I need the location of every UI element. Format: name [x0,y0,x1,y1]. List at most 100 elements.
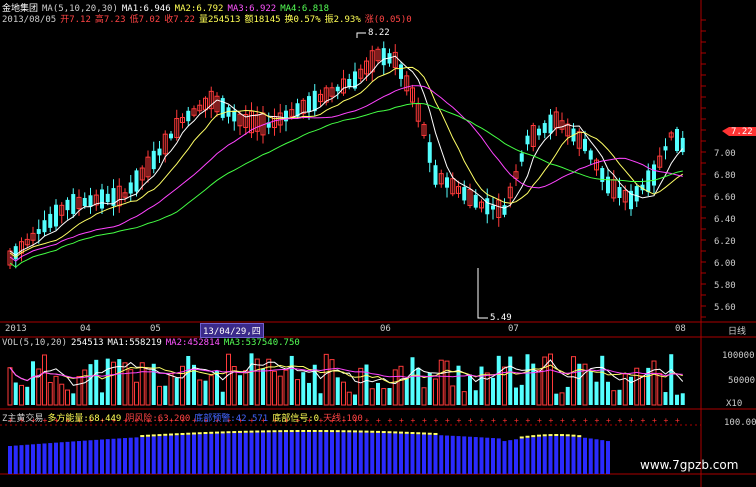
indicator-bar [393,433,398,474]
indicator-cap [278,430,283,433]
indicator-bar [48,443,53,474]
volume-bars[interactable] [7,353,685,406]
volume-bar-up [559,392,565,406]
indicator-cap [203,432,208,435]
volume-bar-up [243,369,249,406]
indicator-bar [542,436,547,474]
indicator-bar [496,438,501,474]
indicator-bar [215,433,219,474]
stock-chart-window: + + + + + + + + + + + + + + + + + + + + + + + + + + + + + + + + + + + + + + + +… [0,0,756,487]
volume-bar-up [208,375,214,406]
indicator-bar [376,432,380,474]
indicator-cap [335,430,340,433]
indicator-cap [232,431,237,434]
indicator-cap [140,435,145,438]
volume-bar-up [145,367,151,406]
quote-close: 收7.22 [164,15,195,25]
indicator-cap [238,430,242,433]
volume-bar-up [611,390,617,406]
indicator-bar [54,442,58,474]
indicator-bar [19,445,24,474]
volume-ma2: MA2:452814 [165,338,220,348]
indicator-bar [77,441,81,474]
indicator-bar [525,437,530,474]
volume-bar-up [571,356,576,406]
volume-bar-up [329,359,335,406]
indicator-bar [456,436,461,474]
volume-bar-down [617,389,622,405]
indicator-cap [531,435,536,438]
volume-ma-lines [9,359,684,386]
period-label[interactable]: 日线 [728,324,746,337]
volume-bar-down [588,371,593,405]
price-tick-label: 7.00 [714,149,736,159]
volume-bar-down [606,381,610,405]
indicator-plus-marker: + [376,416,381,425]
indicator-bar [272,432,277,474]
indicator-bar [295,432,300,474]
indicator-bar [71,441,76,474]
indicator-cap [554,434,559,436]
volume-bar-down [71,393,76,405]
indicator-bar [588,438,593,474]
volume-ma1: MA1:558219 [107,338,162,348]
candle-body-down [502,205,507,215]
volume-bar-up [369,388,375,406]
volume-bar-down [163,385,168,405]
volume-bar-down [508,356,513,405]
indicator-title: Z主黄交易 [2,414,44,424]
indicator-cap [330,430,334,433]
volume-bar-up [341,381,346,406]
candle-body-down [54,204,58,227]
ma5-line [9,55,684,256]
selected-date-cursor[interactable]: 13/04/29,四 [200,323,264,338]
volume-bar-down [600,355,605,405]
indicator-bottom-signal: 底部信号:0 [272,414,320,424]
indicator-plus-marker: + [606,416,611,425]
indicator-plus-marker: + [388,416,393,425]
volume-bar-down [353,394,357,405]
quote-amplitude: 振2.93% [324,15,361,25]
indicator-bar [594,439,599,474]
indicator-axis-label: 100.00 [724,418,756,428]
price-candles[interactable] [7,41,685,269]
volume-bar-down [238,375,242,405]
volume-bar-up [76,375,82,406]
candle-body-down [519,153,524,162]
volume-bar-up [134,381,139,406]
indicator-plus-marker: + [537,416,542,425]
indicator-cap [364,430,369,433]
volume-bar-up [168,373,174,406]
indicator-cap [519,436,524,439]
candle-body-down [169,133,173,139]
candle-body-down [312,90,317,112]
candle-body-down [606,176,610,194]
date-label: 2013 [5,324,27,334]
indicator-plus-marker: + [675,416,680,425]
volume-bar-up [111,361,116,406]
volume-bar-up [323,353,329,406]
indicator-cap [410,432,415,435]
volume-bar-down [514,387,518,405]
candle-body-down [284,110,288,122]
candle-body-down [427,142,432,163]
indicator-bar [416,434,421,474]
candle-body-down [232,110,237,122]
indicator-bar [186,434,191,474]
candle-body-down [663,146,668,151]
volume-bar-down [680,393,685,405]
indicator-bar [163,435,168,474]
candle-body-down [525,135,530,145]
indicator-bar [341,432,346,474]
volume-bar-up [433,378,438,406]
indicator-bar [560,436,564,474]
quote-change: 涨(0.05)0 [364,15,412,25]
ma20-line [9,85,683,262]
indicator-plus-marker: + [652,416,657,425]
indicator-bar [180,434,185,474]
indicator-bar [82,440,87,474]
indicator-cap [197,432,202,435]
volume-bar-down [318,393,323,405]
indicator-bars[interactable]: + + + + + + + + + + + + + + + + + + + + + + + + + + + + + + + + + + + + + + + +… [8,416,680,474]
indicator-bar [261,432,265,474]
